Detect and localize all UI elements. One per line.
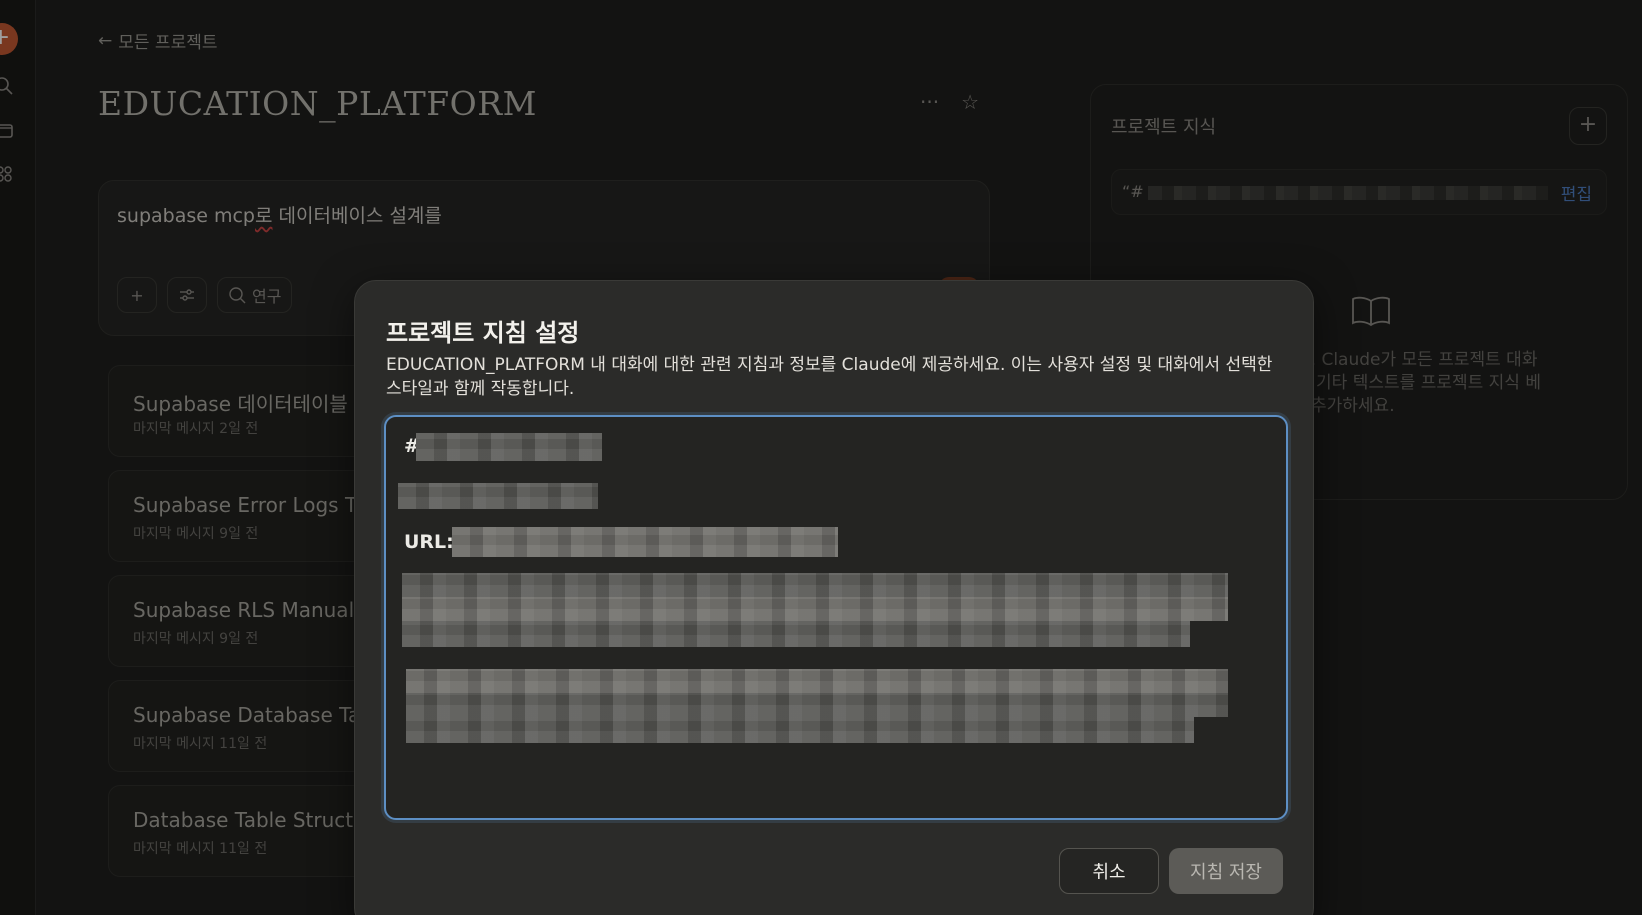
redacted-url — [452, 527, 838, 557]
redacted-text — [402, 597, 1228, 621]
redacted-text — [398, 483, 598, 509]
redacted-text — [402, 621, 1190, 647]
redacted-text — [406, 669, 1228, 693]
save-instructions-button[interactable]: 지침 저장 — [1169, 848, 1283, 894]
dialog-title: 프로젝트 지침 설정 — [386, 319, 580, 347]
redacted-text — [406, 693, 1228, 717]
project-instructions-dialog: 프로젝트 지침 설정 EDUCATION_PLATFORM 내 대화에 대한 관… — [354, 280, 1314, 915]
redacted-text — [406, 717, 1194, 743]
cancel-button[interactable]: 취소 — [1059, 848, 1159, 894]
redacted-text — [416, 433, 602, 461]
instructions-textarea[interactable]: # URL: — [384, 415, 1288, 820]
dialog-description: EDUCATION_PLATFORM 내 대화에 대한 관련 지침과 정보를 C… — [386, 355, 1273, 399]
editor-url-label: URL: — [404, 531, 454, 553]
redacted-text — [402, 573, 1228, 597]
